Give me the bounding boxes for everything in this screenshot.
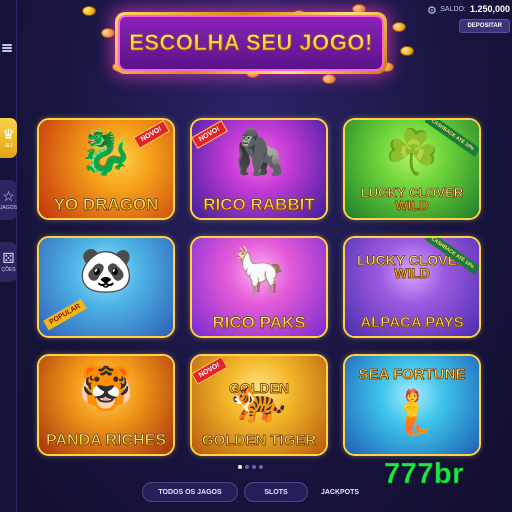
coin-decoration bbox=[392, 22, 406, 32]
star-icon: ☆ bbox=[2, 188, 15, 204]
game-card-sea-fortune[interactable]: SEA FORTUNE 🧜 bbox=[343, 354, 481, 456]
gorilla-dj-icon: 🦍 bbox=[231, 128, 287, 177]
deposit-button[interactable]: DEPOSITAR bbox=[459, 19, 510, 33]
game-card-golden-tiger[interactable]: GOLDEN 🐅 NOVO! GOLDEN TIGER bbox=[190, 354, 328, 456]
game-card-rico-rabbit[interactable]: 🦍 NOVO! RICO RABBIT bbox=[190, 118, 328, 220]
game-title: GOLDEN TIGER bbox=[196, 432, 322, 450]
pagination-dots bbox=[238, 465, 263, 469]
sidebar: ♛ SLI ☆ JAGOS ⚄ ÇÕES bbox=[0, 0, 17, 512]
dragon-icon: 🐉 bbox=[78, 128, 134, 177]
tab-jackpots[interactable]: JACKPOTS bbox=[312, 482, 368, 502]
sidebar-item-promocoes[interactable]: ⚄ ÇÕES bbox=[0, 242, 17, 282]
balance-value: 1.250,000 bbox=[469, 4, 510, 14]
gift-icon: ⚄ bbox=[2, 250, 15, 266]
sidebar-item-label: SLI bbox=[4, 143, 13, 149]
game-title: ALPACA PAYS bbox=[349, 314, 475, 332]
game-title: RICO PAKS bbox=[196, 314, 322, 332]
gear-icon[interactable]: ⚙ bbox=[427, 4, 437, 17]
game-title: RICO RABBIT bbox=[196, 196, 322, 214]
coin-decoration bbox=[400, 46, 414, 56]
pagination-dot[interactable] bbox=[238, 465, 242, 469]
game-card-yo-dragon[interactable]: 🐉 NOVO! YO DRAGON bbox=[37, 118, 175, 220]
pagination-dot[interactable] bbox=[259, 465, 263, 469]
trophy-icon: ♛ bbox=[2, 126, 15, 142]
game-card-panda-riches[interactable]: 🐯 PANDA RICHES bbox=[37, 354, 175, 456]
sidebar-item-jogos[interactable]: ☆ JAGOS bbox=[0, 180, 17, 220]
pagination-dot[interactable] bbox=[252, 465, 256, 469]
tab-slots[interactable]: SLOTS bbox=[244, 482, 308, 502]
game-grid: 🐉 NOVO! YO DRAGON 🦍 NOVO! RICO RABBIT ☘️… bbox=[37, 118, 481, 456]
game-card-rico-paks[interactable]: 🦙 RICO PAKS bbox=[190, 236, 328, 338]
coin-decoration bbox=[82, 6, 96, 16]
game-title: LUCKY CLOVER WILD bbox=[349, 186, 475, 213]
page-title: ESCOLHA SEU JOGO! bbox=[129, 30, 373, 56]
llama-icon: 🦙 bbox=[231, 246, 287, 295]
game-card-alpaca-pays[interactable]: LUCKY CLOVER WILD CASHBACK ATÉ 10% ALPAC… bbox=[343, 236, 481, 338]
pagination-dot[interactable] bbox=[245, 465, 249, 469]
panda-icon: 🐼 bbox=[78, 246, 134, 295]
coin-decoration bbox=[322, 74, 336, 84]
sidebar-item-slots[interactable]: ♛ SLI bbox=[0, 118, 17, 158]
title-banner: ESCOLHA SEU JOGO! bbox=[115, 12, 387, 74]
mermaid-icon: 🧜 bbox=[384, 388, 440, 437]
game-title: SEA FORTUNE bbox=[349, 366, 475, 384]
game-card-lucky-clover-wild[interactable]: ☘️ CASHBACK ATÉ 10% LUCKY CLOVER WILD bbox=[343, 118, 481, 220]
golden-tiger-icon: 🐅 bbox=[231, 376, 287, 425]
balance-label: SALDO: bbox=[440, 5, 466, 13]
watermark-logo: 777br bbox=[384, 458, 464, 491]
coin-decoration bbox=[101, 28, 115, 38]
balance-panel: SALDO: 1.250,000 DEPOSITAR bbox=[440, 4, 510, 33]
sidebar-item-label: ÇÕES bbox=[1, 267, 16, 273]
game-title: YO DRAGON bbox=[43, 196, 169, 214]
game-title: PANDA RICHES bbox=[43, 432, 169, 450]
tab-todos-os-jogos[interactable]: TODOS OS JAGOS bbox=[142, 482, 238, 502]
hamburger-icon[interactable] bbox=[2, 44, 12, 52]
game-card-panda-riches-popular[interactable]: 🐼 POPULAR bbox=[37, 236, 175, 338]
sidebar-item-label: JAGOS bbox=[0, 205, 17, 211]
leprechaun-icon: ☘️ bbox=[384, 128, 440, 177]
tiger-icon: 🐯 bbox=[78, 364, 134, 413]
